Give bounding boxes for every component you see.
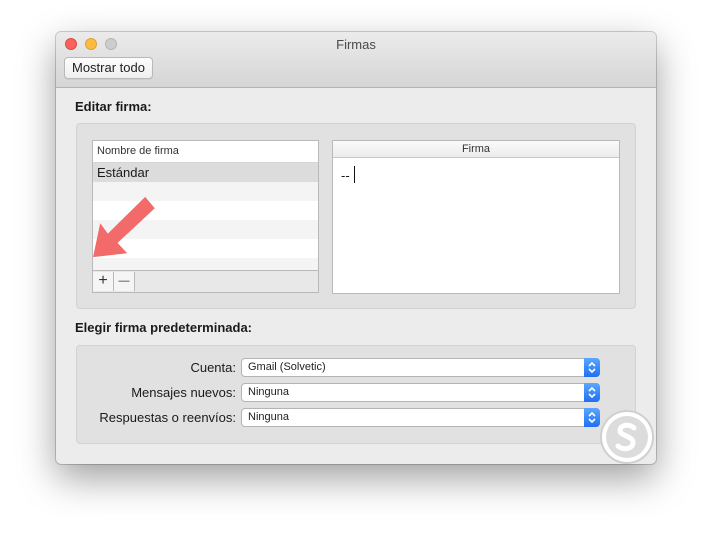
signature-text-area[interactable]: -- <box>333 158 619 183</box>
add-signature-button[interactable]: + <box>93 272 114 291</box>
watermark-logo-icon <box>600 410 654 464</box>
title-bar: Firmas Mostrar todo <box>56 32 656 88</box>
default-signature-heading: Elegir firma predeterminada: <box>75 320 252 335</box>
signature-list-item[interactable]: Estándar <box>93 163 318 182</box>
account-popup[interactable]: Gmail (Solvetic) <box>241 358 600 377</box>
show-all-button[interactable]: Mostrar todo <box>64 57 153 79</box>
signature-list-toolbar: + — <box>92 270 319 293</box>
text-caret <box>353 166 355 183</box>
remove-signature-button[interactable]: — <box>114 272 135 291</box>
chevron-up-down-icon <box>584 383 600 402</box>
signature-name-column-header: Nombre de firma <box>93 141 318 163</box>
replies-forwards-popup[interactable]: Ninguna <box>241 408 600 427</box>
signature-editor[interactable]: Firma -- <box>332 140 620 294</box>
signature-column-header: Firma <box>333 141 619 158</box>
account-label: Cuenta: <box>190 360 236 375</box>
window-title: Firmas <box>336 37 376 52</box>
replies-forwards-label: Respuestas o reenvíos: <box>99 410 236 425</box>
annotation-arrow-icon <box>93 196 155 258</box>
new-messages-label: Mensajes nuevos: <box>131 385 236 400</box>
chevron-up-down-icon <box>584 358 600 377</box>
new-messages-popup-value: Ninguna <box>248 386 289 398</box>
replies-forwards-popup-value: Ninguna <box>248 411 289 423</box>
new-messages-popup[interactable]: Ninguna <box>241 383 600 402</box>
account-popup-value: Gmail (Solvetic) <box>248 361 326 373</box>
signature-text: -- <box>341 168 350 183</box>
edit-signature-heading: Editar firma: <box>75 99 152 114</box>
